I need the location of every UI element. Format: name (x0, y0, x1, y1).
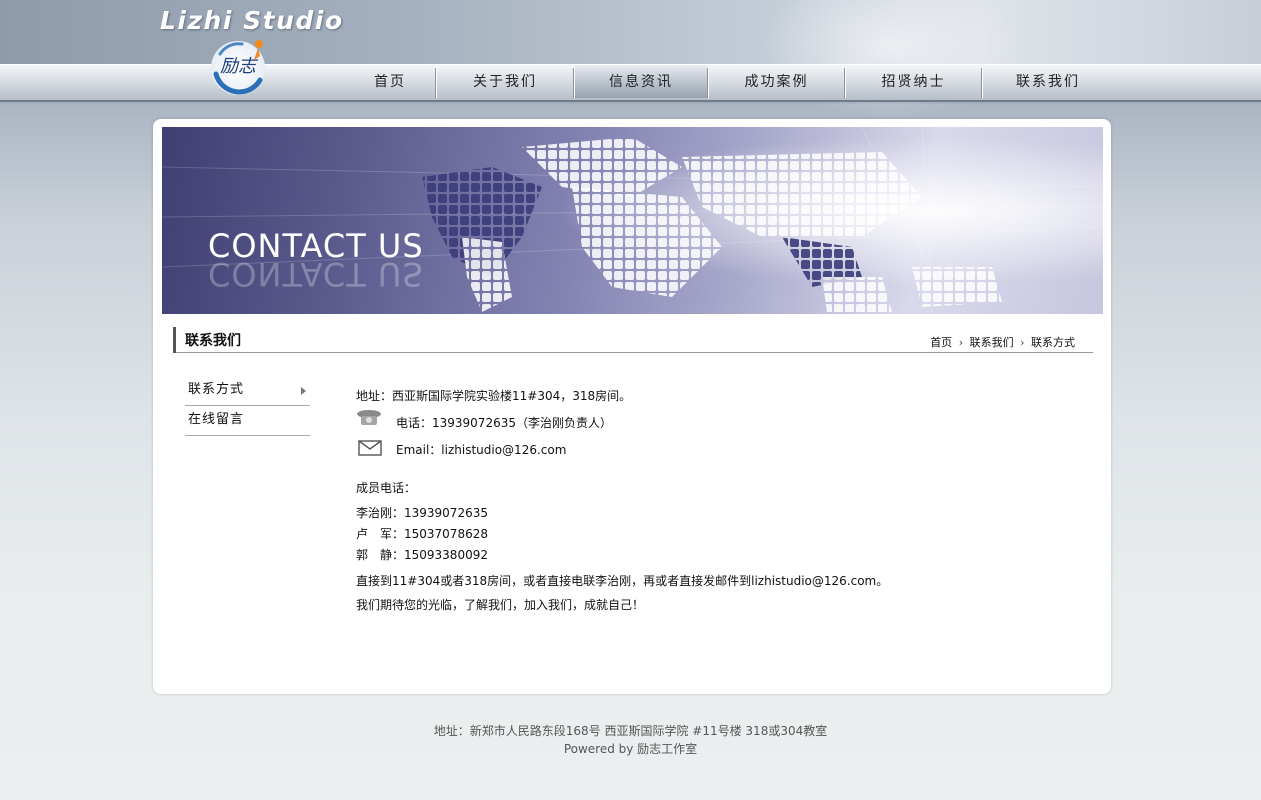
content-card: CONTACT US CONTACT US 联系我们 首页 › 联系我们 › 联… (153, 119, 1111, 694)
nav-jobs[interactable]: 招贤纳士 (846, 65, 981, 98)
breadcrumb-current: 联系方式 (1031, 336, 1075, 349)
nav-divider (981, 68, 982, 98)
main-nav: 首页 关于我们 信息资讯 成功案例 招贤纳士 联系我们 (0, 64, 1261, 104)
member-phone: 郭 静：15093380092 (356, 548, 488, 562)
contact-phone: 电话：13939072635（李治刚负责人） (396, 416, 612, 430)
chevron-right-icon: › (958, 336, 964, 349)
svg-text:励志: 励志 (220, 56, 259, 77)
contact-banner: CONTACT US CONTACT US (162, 127, 1103, 314)
breadcrumb-home[interactable]: 首页 (930, 334, 952, 350)
contact-welcome: 我们期待您的光临，了解我们，加入我们，成就自己！ (356, 598, 645, 612)
nav-news[interactable]: 信息资讯 (575, 65, 707, 98)
section-marker (173, 327, 176, 353)
contact-email[interactable]: Email：lizhistudio@126.com (396, 441, 566, 458)
nav-about[interactable]: 关于我们 (437, 65, 573, 98)
member-phone: 李治刚：13939072635 (356, 506, 488, 520)
nav-shadow (0, 100, 1261, 104)
section-header: 联系我们 首页 › 联系我们 › 联系方式 (173, 327, 1093, 353)
members-title: 成员电话： (356, 481, 417, 495)
nav-divider (573, 68, 574, 98)
nav-cases[interactable]: 成功案例 (709, 65, 844, 98)
sidemenu-item-label: 在线留言 (188, 412, 245, 427)
nav-divider (435, 68, 436, 98)
telephone-icon (357, 410, 381, 425)
footer-address: 地址：新郑市人民路东段168号 西亚斯国际学院 #11号楼 318或304教室 (433, 724, 828, 738)
nav-contact[interactable]: 联系我们 (983, 65, 1113, 98)
sidemenu-item-contact-info[interactable]: 联系方式 (185, 377, 310, 406)
breadcrumb-contact[interactable]: 联系我们 (970, 334, 1014, 350)
logo: 励志 (211, 40, 265, 95)
contact-address: 地址：西亚斯国际学院实验楼11#304，318房间。 (356, 389, 632, 403)
nav-divider (844, 68, 845, 98)
member-phone: 卢 军：15037078628 (356, 527, 488, 541)
sidemenu-item-label: 联系方式 (188, 382, 245, 397)
footer-powered-by: Powered by 励志工作室 (563, 742, 698, 756)
contact-note: 直接到11#304或者318房间，或者直接电联李治刚，再或者直接发邮件到lizh… (356, 574, 889, 588)
arrow-right-icon (301, 387, 306, 395)
banner-title-reflection: CONTACT US (208, 255, 424, 293)
sidemenu-item-online-message[interactable]: 在线留言 (185, 407, 310, 436)
nav-divider (707, 68, 708, 98)
brand-title: Lizhi Studio (160, 6, 344, 35)
chevron-right-icon: › (1020, 336, 1025, 349)
site-header: Lizhi Studio 首页 关于我们 信息资讯 成功案例 招贤纳士 联系我们… (0, 0, 1261, 120)
breadcrumb: 首页 › 联系我们 › 联系方式 (930, 334, 1075, 350)
nav-home[interactable]: 首页 (346, 65, 434, 98)
section-title: 联系我们 (185, 333, 241, 349)
envelope-icon (358, 440, 382, 456)
